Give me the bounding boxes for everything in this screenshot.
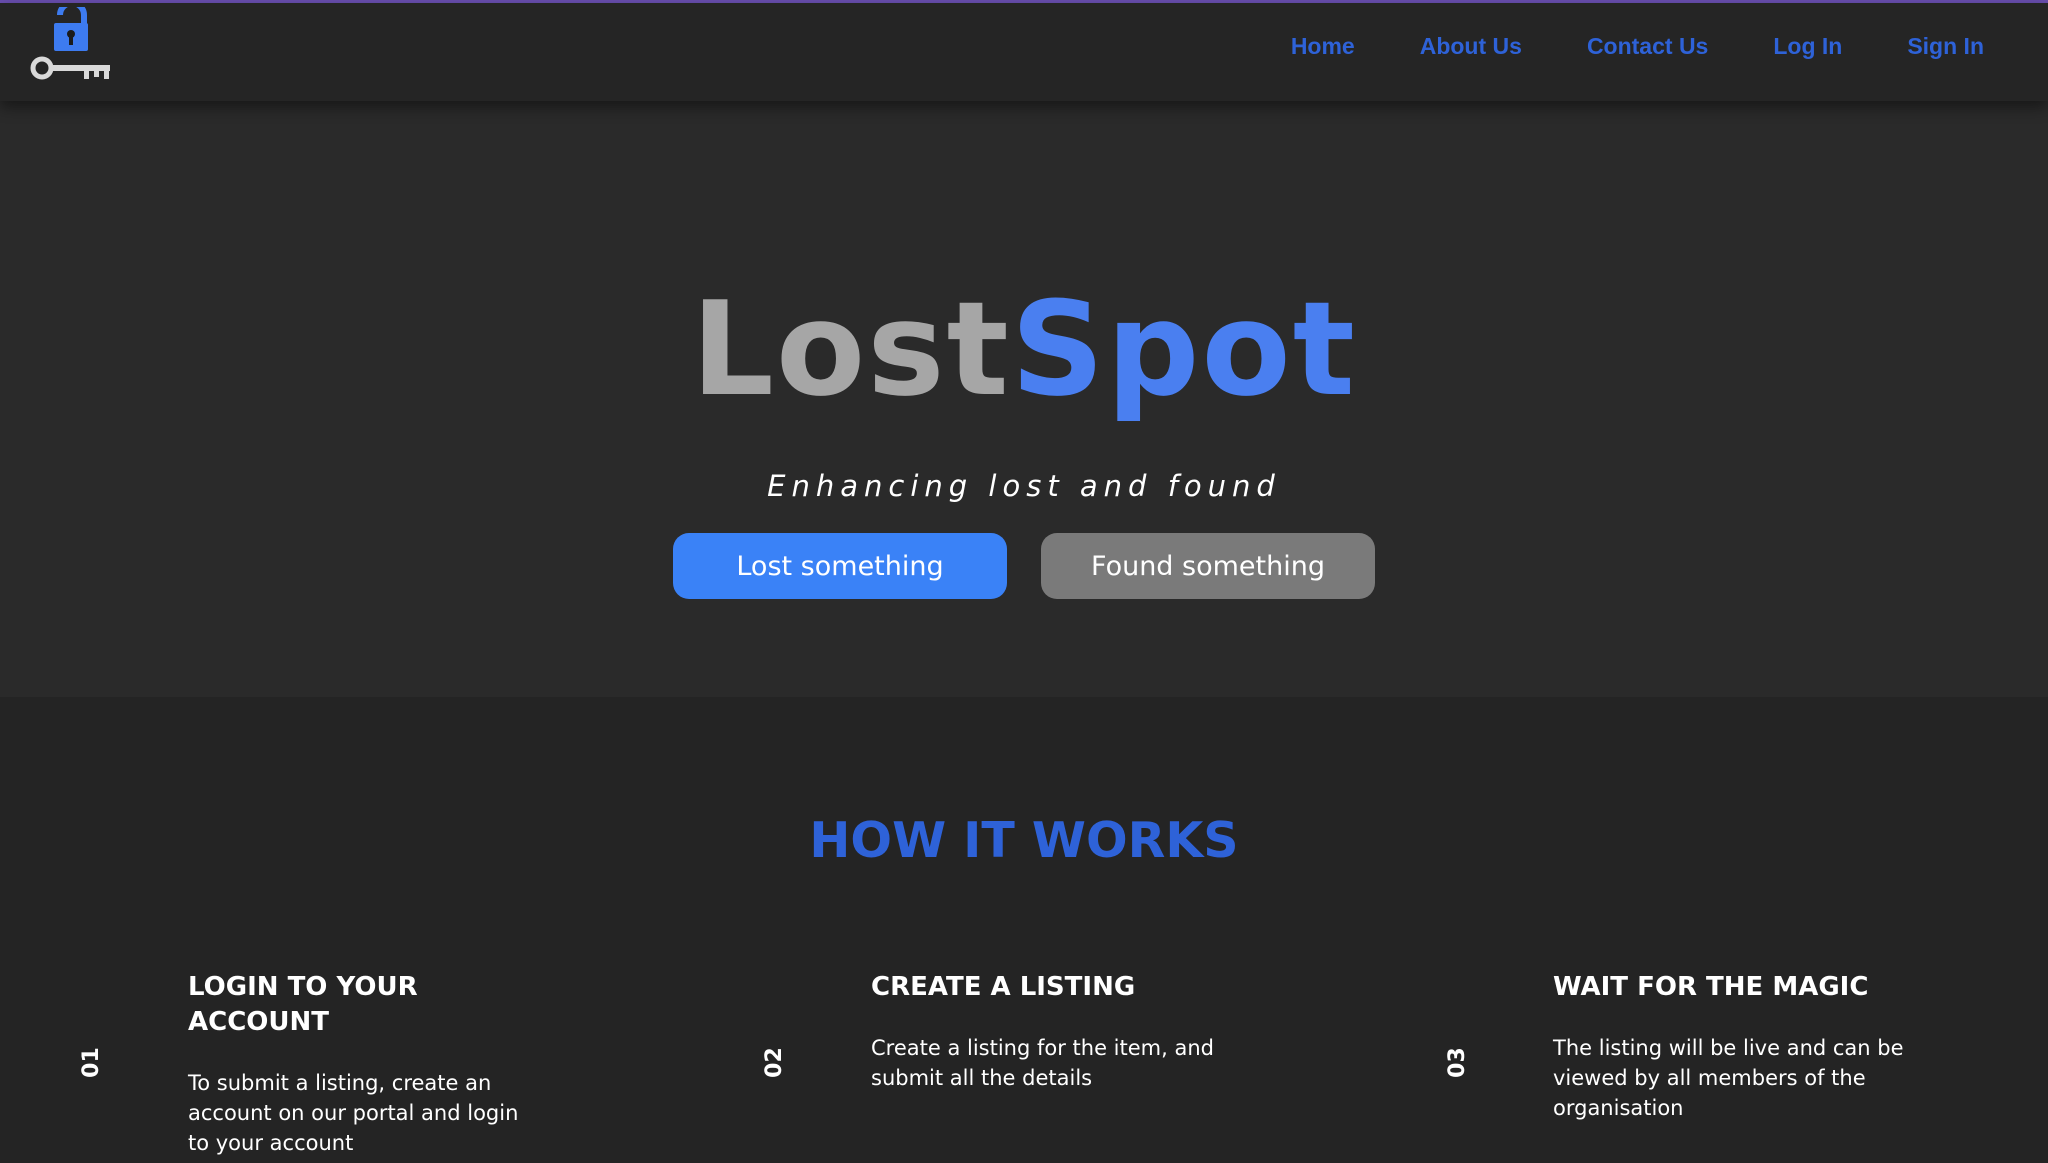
nav-about-link[interactable]: About Us bbox=[1420, 33, 1522, 60]
step-3-text-line2: viewed by all members of the bbox=[1553, 1066, 1866, 1090]
step-3-title-line1: WAIT FOR THE MAGIC bbox=[1553, 972, 1869, 1002]
step-1-text-line2: account on our portal and login bbox=[188, 1101, 519, 1125]
step-1-title-line1: LOGIN TO YOUR bbox=[188, 972, 418, 1002]
hero-section: LostSpot Enhancing lost and found Lost s… bbox=[0, 101, 2048, 697]
lock-and-key-icon[interactable] bbox=[28, 7, 114, 83]
step-3-text: The listing will be live and can be view… bbox=[1553, 1033, 1904, 1123]
step-2-text-line1: Create a listing for the item, and bbox=[871, 1036, 1214, 1060]
nav-contact-link[interactable]: Contact Us bbox=[1587, 33, 1708, 60]
step-2-number: 02 bbox=[761, 1047, 787, 1078]
step-3-text-line3: organisation bbox=[1553, 1096, 1684, 1120]
step-1-text-line1: To submit a listing, create an bbox=[188, 1071, 492, 1095]
step-1-title: LOGIN TO YOUR ACCOUNT bbox=[188, 970, 418, 1040]
lost-something-button[interactable]: Lost something bbox=[673, 533, 1007, 599]
step-2-title: CREATE A LISTING bbox=[871, 970, 1135, 1005]
how-it-works-title: HOW IT WORKS bbox=[809, 812, 1239, 869]
nav-home-link[interactable]: Home bbox=[1291, 33, 1355, 60]
step-2-title-line1: CREATE A LISTING bbox=[871, 972, 1136, 1002]
step-1-title-line2: ACCOUNT bbox=[188, 1007, 329, 1037]
step-3-title: WAIT FOR THE MAGIC bbox=[1553, 970, 1868, 1005]
step-1-text: To submit a listing, create an account o… bbox=[188, 1068, 518, 1158]
navbar: Home About Us Contact Us Log In Sign In bbox=[0, 3, 2048, 101]
step-2-text: Create a listing for the item, and submi… bbox=[871, 1033, 1214, 1093]
found-something-button[interactable]: Found something bbox=[1041, 533, 1375, 599]
step-1-number: 01 bbox=[78, 1047, 104, 1078]
brand-title: LostSpot bbox=[0, 284, 2048, 414]
step-1-text-line3: to your account bbox=[188, 1131, 354, 1155]
brand-spot: Spot bbox=[1010, 273, 1357, 425]
brand-lost: Lost bbox=[691, 273, 1011, 425]
nav-login-link[interactable]: Log In bbox=[1773, 33, 1842, 60]
step-3-text-line1: The listing will be live and can be bbox=[1553, 1036, 1904, 1060]
step-3-number: 03 bbox=[1444, 1047, 1470, 1078]
nav-signin-link[interactable]: Sign In bbox=[1907, 33, 1984, 60]
step-2-text-line2: submit all the details bbox=[871, 1066, 1093, 1090]
tagline: Enhancing lost and found bbox=[767, 469, 1281, 503]
nav-links: Home About Us Contact Us Log In Sign In bbox=[1226, 3, 1984, 89]
